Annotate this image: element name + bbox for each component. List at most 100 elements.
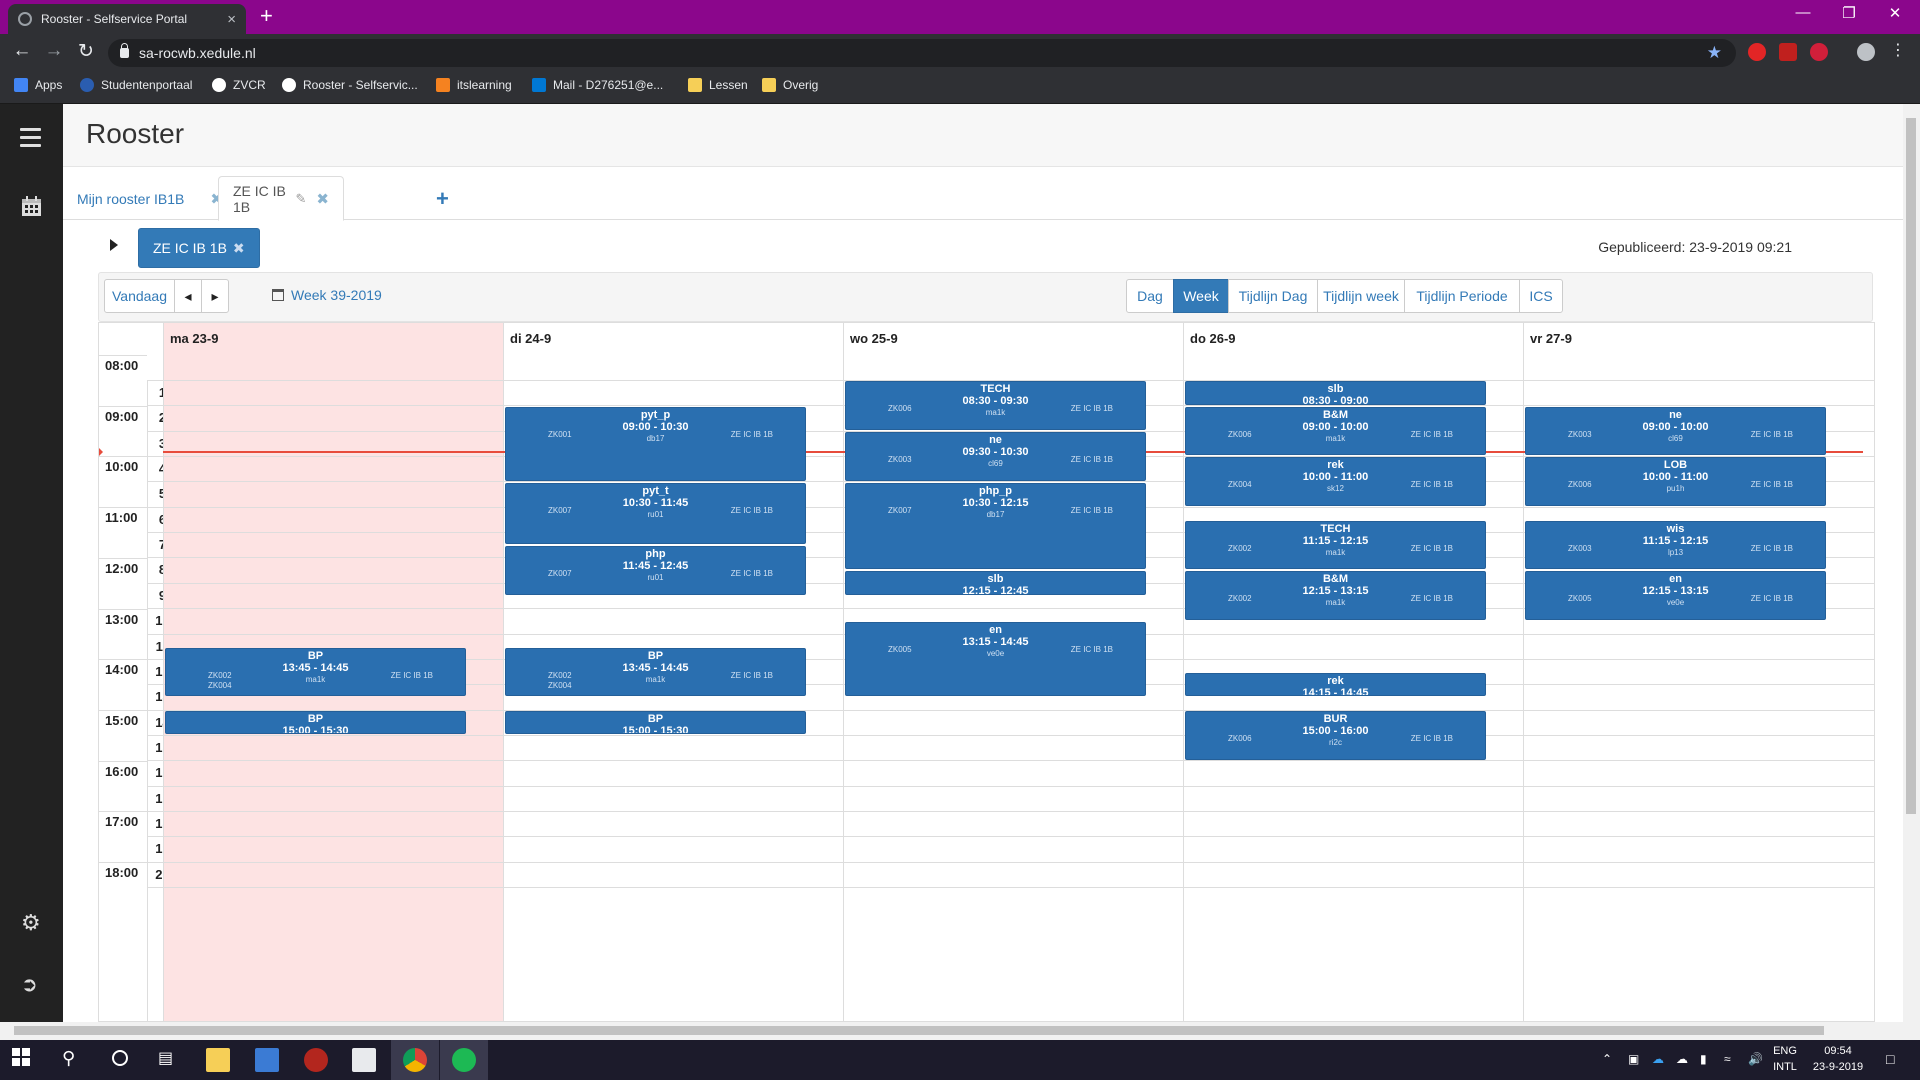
view-button-tijdlijn-periode[interactable]: Tijdlijn Periode xyxy=(1404,279,1520,313)
cortana-icon[interactable] xyxy=(110,1048,134,1072)
battery-icon[interactable]: ▮ xyxy=(1700,1052,1707,1066)
bookmark-itslearning[interactable]: itslearning xyxy=(436,78,512,92)
settings-gear-icon[interactable]: ⚙ xyxy=(21,910,41,936)
tab-close-icon[interactable]: ✖ xyxy=(316,190,329,208)
profile-avatar-icon[interactable] xyxy=(1857,43,1875,61)
browser-tab[interactable]: Rooster - Selfservice Portal × xyxy=(8,4,246,34)
chrome-taskbar-item[interactable] xyxy=(391,1040,439,1080)
lesson-event[interactable]: rek 14:15 - 14:45 xyxy=(1185,672,1486,697)
view-button-tijdlijn-week[interactable]: Tijdlijn week xyxy=(1317,279,1405,313)
group-filter-chip[interactable]: ZE IC IB 1B ✖ xyxy=(138,228,260,268)
lesson-event[interactable]: slb 08:30 - 09:00 xyxy=(1185,381,1486,405)
bookmark-studentenportaal[interactable]: Studentenportaal xyxy=(80,78,192,92)
windows-start-icon[interactable] xyxy=(12,1048,36,1072)
restore-icon[interactable]: ❐ xyxy=(1826,4,1872,22)
view-button-dag[interactable]: Dag xyxy=(1126,279,1174,313)
day-header[interactable]: vr 27-9 xyxy=(1523,323,1863,355)
rooster-icon xyxy=(282,78,296,92)
cloud-icon[interactable]: ☁ xyxy=(1676,1052,1688,1066)
volume-icon[interactable]: 🔊 xyxy=(1748,1052,1763,1066)
notifications-icon[interactable]: □ xyxy=(1886,1051,1894,1067)
game-icon[interactable] xyxy=(304,1048,328,1072)
scroll-thumb[interactable] xyxy=(1906,118,1916,814)
view-button-ics[interactable]: ICS xyxy=(1519,279,1563,313)
lesson-event[interactable]: pyt_t 10:30 - 11:45 ru01 ZK007 ZE IC IB 1B xyxy=(505,482,806,545)
week-picker[interactable]: Week 39-2019 xyxy=(272,287,382,303)
lesson-event[interactable]: BP 13:45 - 14:45 ma1k ZK002 ZK004 ZE IC IB 1B xyxy=(165,647,466,697)
add-tab-button[interactable]: + xyxy=(436,186,449,212)
lesson-event[interactable]: B&M 09:00 - 10:00 ma1k ZK006 ZE IC IB 1B xyxy=(1185,406,1486,456)
lesson-event[interactable]: BUR 15:00 - 16:00 ri2c ZK006 ZE IC IB 1B xyxy=(1185,710,1486,760)
lesson-event[interactable]: rek 10:00 - 11:00 sk12 ZK004 ZE IC IB 1B xyxy=(1185,457,1486,507)
close-window-icon[interactable]: ✕ xyxy=(1872,4,1918,22)
lesson-event[interactable]: en 13:15 - 14:45 ve0e ZK005 ZE IC IB 1B xyxy=(845,622,1146,697)
spotify-taskbar-item[interactable] xyxy=(440,1040,488,1080)
lesson-event[interactable]: BP 15:00 - 15:30 xyxy=(505,710,806,735)
lesson-event[interactable]: en 12:15 - 13:15 ve0e ZK005 ZE IC IB 1B xyxy=(1525,571,1826,621)
task-view-icon[interactable]: ▤ xyxy=(158,1048,182,1072)
browser-menu-icon[interactable]: ⋮ xyxy=(1884,40,1912,60)
view-button-week[interactable]: Week xyxy=(1173,279,1229,313)
onedrive-icon[interactable]: ☁ xyxy=(1652,1052,1664,1066)
bookmark-mail[interactable]: Mail - D276251@e... xyxy=(532,78,663,92)
tab-close-icon[interactable]: × xyxy=(227,11,236,28)
lesson-event[interactable]: php_p 10:30 - 12:15 db17 ZK007 ZE IC IB 1B xyxy=(845,482,1146,570)
pencil-edit-icon[interactable]: ✎ xyxy=(296,191,307,207)
prev-week-button[interactable]: ◂ xyxy=(174,279,202,313)
wifi-icon[interactable]: ≈ xyxy=(1724,1052,1731,1066)
today-button[interactable]: Vandaag xyxy=(104,279,175,313)
reload-icon[interactable]: ↻ xyxy=(72,40,100,63)
vertical-scrollbar[interactable] xyxy=(1903,104,1920,1022)
logout-icon[interactable]: ➲ xyxy=(21,972,38,997)
view-button-tijdlijn-dag[interactable]: Tijdlijn Dag xyxy=(1228,279,1318,313)
mail-icon[interactable] xyxy=(352,1048,376,1072)
forward-icon[interactable]: → xyxy=(40,40,68,62)
lesson-event[interactable]: wis 11:15 - 12:15 lp13 ZK003 ZE IC IB 1B xyxy=(1525,520,1826,570)
bookmark-apps[interactable]: Apps xyxy=(14,78,62,92)
day-header[interactable]: ma 23-9 xyxy=(163,323,503,355)
tab-ze-ic-ib-1b[interactable]: ZE IC IB 1B ✎ ✖ xyxy=(218,176,344,221)
day-header[interactable]: wo 25-9 xyxy=(843,323,1183,355)
lesson-event[interactable]: php 11:45 - 12:45 ru01 ZK007 ZE IC IB 1B xyxy=(505,546,806,595)
lesson-event[interactable]: TECH 08:30 - 09:30 ma1k ZK006 ZE IC IB 1B xyxy=(845,381,1146,431)
search-icon[interactable]: ⚲ xyxy=(62,1048,86,1072)
day-header[interactable]: di 24-9 xyxy=(503,323,843,355)
lesson-event[interactable]: ne 09:00 - 10:00 cl69 ZK003 ZE IC IB 1B xyxy=(1525,406,1826,456)
back-icon[interactable]: ← xyxy=(8,40,36,62)
lesson-event[interactable]: slb 12:15 - 12:45 xyxy=(845,571,1146,595)
lesson-event[interactable]: BP 13:45 - 14:45 ma1k ZK002 ZK004 ZE IC IB 1B xyxy=(505,647,806,697)
minimize-icon[interactable]: — xyxy=(1780,4,1826,21)
lesson-event[interactable]: LOB 10:00 - 11:00 pu1h ZK006 ZE IC IB 1B xyxy=(1525,457,1826,507)
horizontal-scrollbar[interactable] xyxy=(0,1022,1920,1040)
new-tab-button[interactable]: + xyxy=(260,3,273,29)
bookmark-lessen[interactable]: Lessen xyxy=(688,78,748,92)
next-week-button[interactable]: ▸ xyxy=(201,279,229,313)
tab-mijn-rooster[interactable]: Mijn rooster IB1B ✖ xyxy=(63,176,237,221)
calendar-icon[interactable] xyxy=(21,196,42,222)
extension-badge-icon[interactable] xyxy=(1810,43,1828,61)
day-column[interactable] xyxy=(1523,355,1863,1021)
bookmark-zvcr[interactable]: ZVCR xyxy=(212,78,266,92)
day-header[interactable]: do 26-9 xyxy=(1183,323,1523,355)
tray-app-icon[interactable]: ▣ xyxy=(1628,1052,1639,1066)
lesson-event[interactable]: TECH 11:15 - 12:15 ma1k ZK002 ZE IC IB 1B xyxy=(1185,520,1486,570)
bookmark-star-icon[interactable]: ★ xyxy=(1707,43,1722,63)
url-input[interactable]: sa-rocwb.xedule.nl ★ xyxy=(108,39,1736,67)
lesson-event[interactable]: pyt_p 09:00 - 10:30 db17 ZK001 ZE IC IB 1B xyxy=(505,406,806,481)
clock[interactable]: 09:54 23-9-2019 xyxy=(1804,1045,1872,1073)
bookmark-rooster[interactable]: Rooster - Selfservic... xyxy=(282,78,418,92)
tray-chevron-icon[interactable]: ⌃ xyxy=(1602,1052,1612,1066)
expand-caret-icon[interactable] xyxy=(110,239,118,251)
file-explorer-icon[interactable] xyxy=(206,1048,230,1072)
lesson-event[interactable]: B&M 12:15 - 13:15 ma1k ZK002 ZE IC IB 1B xyxy=(1185,571,1486,621)
bookmark-overig[interactable]: Overig xyxy=(762,78,818,92)
ublock-icon[interactable] xyxy=(1779,43,1797,61)
lesson-event[interactable]: ne 09:30 - 10:30 cl69 ZK003 ZE IC IB 1B xyxy=(845,432,1146,481)
scroll-thumb[interactable] xyxy=(14,1026,1824,1035)
chip-remove-icon[interactable]: ✖ xyxy=(233,240,245,257)
language-indicator[interactable]: ENG INTL xyxy=(1770,1045,1800,1073)
menu-hamburger-icon[interactable] xyxy=(20,128,41,152)
store-icon[interactable] xyxy=(255,1048,279,1072)
extension-icon[interactable] xyxy=(1748,43,1766,61)
lesson-event[interactable]: BP 15:00 - 15:30 xyxy=(165,710,466,735)
